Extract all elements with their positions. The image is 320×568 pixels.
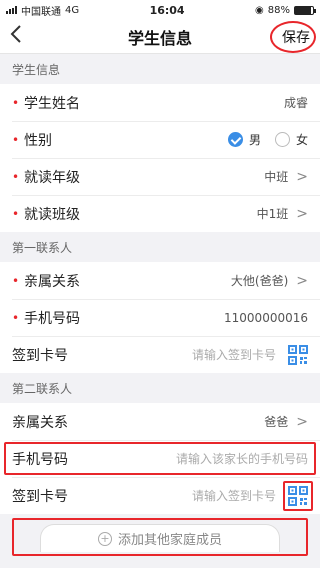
status-bar: 中国联通 4G 16:04 ◉ 88% bbox=[0, 0, 320, 20]
student-name-label: 学生姓名 bbox=[24, 95, 80, 112]
qr-scan-icon[interactable] bbox=[288, 344, 308, 365]
add-member-label: 添加其他家庭成员 bbox=[117, 533, 222, 548]
contact2-relation-label: 亲属关系 bbox=[12, 414, 68, 431]
contact1-phone-row[interactable]: • 手机号码 11000000016 bbox=[0, 299, 320, 336]
clock: 16:04 bbox=[149, 3, 185, 17]
signal-icon bbox=[6, 6, 17, 14]
contact2-phone-row: 手机号码 请输入该家长的手机号码 bbox=[0, 440, 320, 477]
contact2-relation-text: 爸爸 bbox=[264, 415, 289, 429]
contact1-relation-value: 大他(爸爸) > bbox=[231, 272, 308, 289]
battery-percent: 88% bbox=[267, 4, 290, 16]
contact2-card-label: 签到卡号 bbox=[12, 488, 68, 505]
class-value: 中1班 > bbox=[257, 205, 308, 222]
class-label: 就读班级 bbox=[24, 206, 80, 223]
gender-radio-group: 男 女 bbox=[227, 131, 308, 148]
status-right: ◉ 88% bbox=[255, 4, 316, 16]
student-name-row[interactable]: • 学生姓名 成睿 bbox=[0, 84, 320, 121]
battery-icon bbox=[293, 5, 316, 15]
grade-label: 就读年级 bbox=[24, 169, 80, 186]
student-name-value[interactable]: 成睿 bbox=[284, 94, 308, 111]
gender-female-radio[interactable]: 女 bbox=[274, 131, 308, 148]
contact2-relation-row[interactable]: 亲属关系 爸爸 > bbox=[0, 403, 320, 440]
required-mark: • bbox=[12, 169, 20, 184]
required-mark: • bbox=[12, 310, 20, 325]
chevron-right-icon: > bbox=[296, 168, 308, 185]
save-button[interactable]: 保存 bbox=[282, 27, 310, 47]
rotation-lock-icon: ◉ bbox=[255, 4, 264, 16]
section-contact1: 第一联系人 bbox=[12, 240, 73, 255]
back-button[interactable] bbox=[10, 24, 22, 49]
status-left: 中国联通 4G bbox=[6, 3, 79, 18]
contact1-group: • 亲属关系 大他(爸爸) > • 手机号码 11000000016 签到卡号 … bbox=[0, 262, 320, 373]
add-member-button[interactable]: + 添加其他家庭成员 bbox=[40, 524, 280, 552]
gender-male-radio[interactable]: 男 bbox=[227, 131, 261, 148]
contact1-phone-label: 手机号码 bbox=[24, 310, 80, 327]
contact1-card-label: 签到卡号 bbox=[12, 347, 68, 364]
required-mark: • bbox=[12, 273, 20, 288]
contact2-phone-input[interactable]: 请输入该家长的手机号码 bbox=[176, 450, 308, 467]
gender-female-label: 女 bbox=[295, 133, 308, 147]
section-student: 学生信息 bbox=[12, 62, 61, 77]
class-row[interactable]: • 就读班级 中1班 > bbox=[0, 195, 320, 232]
network-label: 4G bbox=[65, 4, 80, 16]
add-member-area: + 添加其他家庭成员 bbox=[0, 514, 320, 556]
grade-value-text: 中班 bbox=[264, 170, 289, 184]
qr-scan-icon-graphic bbox=[288, 344, 308, 365]
contact1-relation-row[interactable]: • 亲属关系 大他(爸爸) > bbox=[0, 262, 320, 299]
contact1-relation-label: 亲属关系 bbox=[24, 273, 80, 290]
page-title: 学生信息 bbox=[127, 28, 192, 48]
carrier-label: 中国联通 bbox=[21, 6, 61, 18]
contact2-card-input[interactable]: 请输入签到卡号 bbox=[192, 487, 276, 504]
chevron-right-icon: > bbox=[296, 413, 308, 430]
qr-scan-icon-graphic bbox=[288, 485, 308, 506]
grade-value: 中班 > bbox=[264, 168, 308, 185]
required-mark: • bbox=[12, 132, 20, 147]
contact2-group: 亲属关系 爸爸 > 手机号码 请输入该家长的手机号码 签到卡号 请输入签到卡号 bbox=[0, 403, 320, 514]
required-mark: • bbox=[12, 95, 20, 110]
contact2-card-row: 签到卡号 请输入签到卡号 bbox=[0, 477, 320, 514]
section-contact2: 第二联系人 bbox=[12, 381, 73, 396]
qr-scan-icon[interactable] bbox=[283, 480, 313, 511]
contact1-relation-text: 大他(爸爸) bbox=[230, 274, 289, 288]
contact1-card-row: 签到卡号 请输入签到卡号 bbox=[0, 336, 320, 373]
grade-row[interactable]: • 就读年级 中班 > bbox=[0, 158, 320, 195]
contact1-card-input[interactable]: 请输入签到卡号 bbox=[192, 346, 276, 363]
contact2-relation-value: 爸爸 > bbox=[264, 413, 308, 430]
battery-fill bbox=[294, 6, 311, 14]
chevron-right-icon: > bbox=[296, 272, 308, 289]
chevron-left-icon bbox=[10, 25, 21, 43]
gender-label: 性别 bbox=[24, 132, 52, 149]
required-mark: • bbox=[12, 206, 20, 221]
radio-empty-icon bbox=[274, 132, 290, 147]
gender-male-label: 男 bbox=[248, 133, 261, 147]
nav-bar: 学生信息 保存 bbox=[0, 20, 320, 54]
class-value-text: 中1班 bbox=[256, 207, 289, 221]
plus-circle-icon: + bbox=[97, 531, 112, 546]
contact1-phone-value[interactable]: 11000000016 bbox=[224, 311, 308, 325]
check-icon bbox=[227, 132, 243, 147]
chevron-right-icon: > bbox=[296, 205, 308, 222]
student-group: • 学生姓名 成睿 • 性别 男 女 • 就读年级 中班 > • 就读班级 中1… bbox=[0, 84, 320, 232]
contact2-phone-label: 手机号码 bbox=[12, 451, 68, 468]
gender-row: • 性别 男 女 bbox=[0, 121, 320, 158]
